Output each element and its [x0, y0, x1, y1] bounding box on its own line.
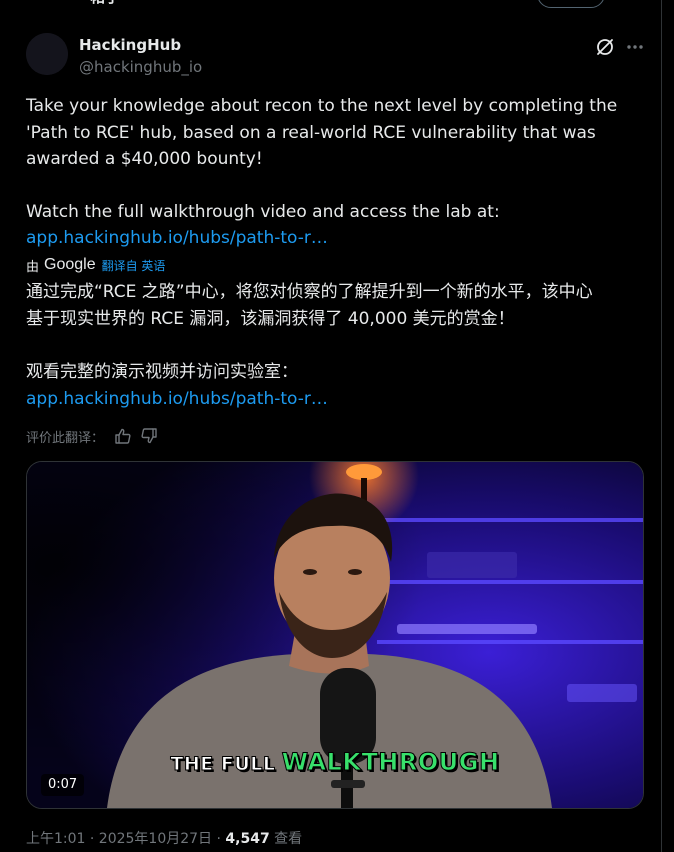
translated-by-label: 由 — [26, 259, 40, 275]
post-line: 'Path to RCE' hub, based on a real-world… — [26, 122, 596, 143]
caption-white: THE FULL — [170, 753, 276, 776]
post-line: Take your knowledge about recon to the n… — [26, 96, 618, 116]
translated-from-link[interactable]: 翻译自 英语 — [102, 257, 166, 274]
page-title-partial: 帖子 — [90, 0, 120, 7]
translation-attribution: 由 Google 翻译自 英语 — [26, 255, 165, 275]
post-body: Take your knowledge about recon to the n… — [26, 93, 646, 252]
author-handle[interactable]: @hackinghub_io — [79, 58, 202, 76]
author-name[interactable]: HackingHub — [79, 36, 181, 54]
view-count: 4,547 — [225, 831, 270, 847]
thumbs-down-icon[interactable] — [140, 427, 158, 445]
views-label: 查看 — [269, 831, 303, 847]
top-bar: 帖子 — [0, 0, 674, 10]
post-timestamp[interactable]: 上午1:01 · 2025年10月27日 · — [26, 831, 225, 847]
google-wordmark: Google — [44, 256, 96, 273]
translated-line: 通过完成“RCE 之路”中心，将您对侦察的了解提升到一个新的水平，该中心 — [26, 282, 593, 302]
post-line: Watch the full walkthrough video and acc… — [26, 201, 500, 222]
post-line: awarded a $40,000 bounty! — [26, 149, 263, 169]
avatar[interactable] — [26, 33, 68, 75]
rate-translation-label: 评价此翻译： — [26, 430, 105, 446]
grok-icon[interactable] — [594, 36, 616, 58]
post-header: HackingHub @hackinghub_io — [26, 33, 646, 77]
translated-line: 基于现实世界的 RCE 漏洞，该漏洞获得了 40,000 美元的赏金！ — [26, 309, 515, 329]
translated-line: 观看完整的演示视频并访问实验室： — [26, 362, 298, 382]
thumbs-up-icon[interactable] — [114, 427, 132, 445]
post-link[interactable]: app.hackinghub.io/hubs/path-to-r… — [26, 225, 646, 252]
rate-translation: 评价此翻译： — [26, 426, 158, 446]
video-caption: THE FULL WALKTHROUGH — [27, 748, 643, 777]
hackinghub-logo — [26, 33, 68, 75]
more-icon[interactable] — [624, 36, 646, 58]
column-divider — [661, 0, 662, 852]
caption-green: WALKTHROUGH — [281, 748, 500, 777]
post-meta: 上午1:01 · 2025年10月27日 · 4,547 查看 — [26, 828, 302, 848]
top-action-button[interactable] — [537, 0, 605, 8]
translated-link[interactable]: app.hackinghub.io/hubs/path-to-r… — [26, 386, 646, 413]
translated-body: 通过完成“RCE 之路”中心，将您对侦察的了解提升到一个新的水平，该中心 基于现… — [26, 279, 646, 413]
video-time-badge: 0:07 — [41, 774, 85, 796]
video-player[interactable]: THE FULL WALKTHROUGH 0:07 — [26, 461, 644, 809]
